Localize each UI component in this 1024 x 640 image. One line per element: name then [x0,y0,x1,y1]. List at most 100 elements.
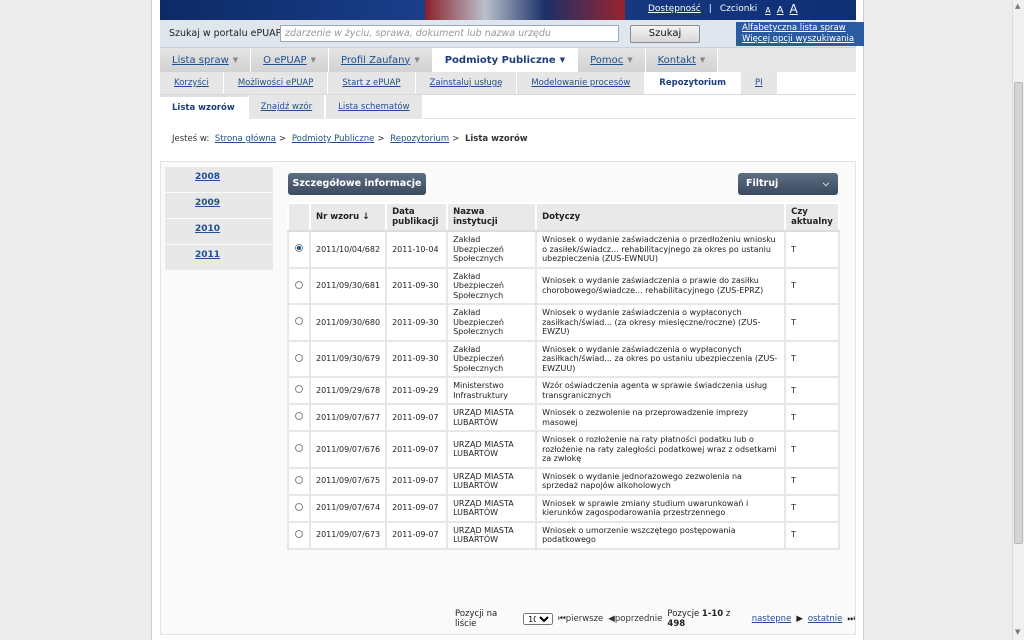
row-select-radio[interactable] [287,230,311,269]
cell-current: T [784,520,840,550]
cell-subject: Wniosek o wydanie zaświadczenia o prawie… [535,266,787,305]
row-select-radio[interactable] [287,403,311,432]
first-page-link[interactable]: ⏮pierwsze [558,614,603,624]
content-frame: 2008 2009 2010 2011 Szczegółowe informac… [160,161,856,635]
year-link-2011[interactable]: 2011 [195,250,220,260]
nav-item-lista-spraw[interactable]: Lista spraw ▼ [160,48,252,72]
row-select-radio[interactable] [287,376,311,405]
header-label: Nr wzoru [316,212,360,222]
search-input[interactable] [280,25,619,42]
table-row[interactable]: 2011/09/30/681 2011-09-30 Zakład Ubezpiecz… [287,266,840,305]
sub-nav: Korzyści Możliwości ePUAP Start z ePUAP … [160,72,856,95]
year-link-2010[interactable]: 2010 [195,224,220,234]
font-large-link[interactable]: A [790,2,798,16]
prev-label: poprzednie [614,614,663,624]
table-row[interactable]: 2011/09/07/677 2011-09-07 URZĄD MIASTA LUB… [287,403,840,432]
breadcrumb: Jesteś w: Strona główna > Podmioty Public… [172,134,528,144]
table-row[interactable]: 2011/09/29/678 2011-09-29 Ministerstwo Inf… [287,376,840,405]
nav-item-profil-zaufany[interactable]: Profil Zaufany ▼ [328,48,433,72]
nav-label: Podmioty Publiczne [444,54,556,66]
table-row[interactable]: 2011/09/30/679 2011-09-30 Zakład Ubezpiecz… [287,339,840,378]
font-medium-link[interactable]: A [777,5,784,16]
font-small-link[interactable]: A [765,6,770,15]
range-value: 1-10 [701,609,724,619]
scrollbar-thumb[interactable] [1014,82,1023,544]
breadcrumb-podmioty-link[interactable]: Podmioty Publiczne [292,134,375,144]
year-link-2008[interactable]: 2008 [195,172,220,182]
prev-page-link[interactable]: ◀poprzednie [608,614,662,624]
table-row[interactable]: 2011/10/04/682 2011-10-04 Zakład Ubezpiecz… [287,230,840,269]
cell-date: 2011-09-30 [385,339,449,378]
table-row[interactable]: 2011/09/07/673 2011-09-07 URZĄD MIASTA LUB… [287,520,840,550]
row-select-radio[interactable] [287,430,311,469]
subnav-item-repozytorium[interactable]: Repozytorium [645,72,741,94]
tab-lista-schematow[interactable]: Lista schematów [326,95,424,119]
header-current: Czy aktualny [784,202,840,232]
nav-item-o-epuap[interactable]: O ePUAP ▼ [251,48,329,72]
scroll-up-icon[interactable]: ▲ [1015,2,1020,10]
row-select-radio[interactable] [287,520,311,550]
table-row[interactable]: 2011/09/07/674 2011-09-07 URZĄD MIASTA LUB… [287,493,840,523]
last-page-link[interactable]: ostatnie [808,614,842,624]
header-separator: | [708,4,712,14]
subnav-item-pi[interactable]: PI [740,72,778,94]
radio-button[interactable] [295,317,303,325]
next-label: nastepne [751,614,792,624]
breadcrumb-home-link[interactable]: Strona główna [215,134,276,144]
page-scrollbar[interactable]: ▲ ▼ [1012,0,1024,640]
row-select-radio[interactable] [287,493,311,523]
row-select-radio[interactable] [287,266,311,305]
caret-down-icon: ▼ [627,56,633,64]
search-button[interactable]: Szukaj [630,25,700,43]
cell-institution: Zakład Ubezpieczeń Społecznych [446,266,538,305]
breadcrumb-repozytorium-link[interactable]: Repozytorium [390,134,449,144]
radio-button[interactable] [295,444,303,452]
advanced-search-link[interactable]: Więcej opcji wyszukiwania [742,34,858,45]
per-page-select[interactable]: 10 [523,613,554,625]
nav-item-podmioty-publiczne[interactable]: Podmioty Publiczne ▼ [432,48,579,72]
filter-button[interactable]: Filtruj ⌵ [738,173,838,195]
tabs-filler [423,95,856,119]
tab-znajdz-wzor[interactable]: Znajdź wzór [248,95,327,119]
radio-button[interactable] [295,502,303,511]
next-page-link[interactable]: nastepne [752,614,792,624]
cell-subject: Wniosek o wydanie jednorazowego zezwolen… [535,466,787,496]
nav-item-pomoc[interactable]: Pomoc ▼ [578,48,646,72]
breadcrumb-current: Lista wzorów [464,134,528,144]
tab-lista-wzorow[interactable]: Lista wzorów [160,95,249,119]
year-link-2009[interactable]: 2009 [195,198,220,208]
cell-institution: URZĄD MIASTA LUBARTÓW [446,466,538,496]
subnav-item-start[interactable]: Start z ePUAP [328,72,416,94]
subnav-item-mozliwosci[interactable]: Możliwości ePUAP [223,72,329,94]
subnav-item-zainstaluj[interactable]: Zainstaluj usługę [415,72,518,94]
details-button[interactable]: Szczegółowe informacje [288,173,426,195]
accessibility-link[interactable]: Dostępność [648,4,701,14]
radio-button[interactable] [295,244,303,252]
radio-button[interactable] [295,412,303,421]
cell-institution: URZĄD MIASTA LUBARTÓW [446,493,538,523]
table-row[interactable]: 2011/09/07/675 2011-09-07 URZĄD MIASTA LUB… [287,466,840,496]
cell-current: T [784,266,840,305]
subnav-item-modelowanie[interactable]: Modelowanie procesów [517,72,646,94]
row-select-radio[interactable] [287,339,311,378]
scroll-down-icon[interactable]: ▼ [1015,628,1020,636]
search-label: Szukaj w portalu ePUAP [169,28,282,39]
table-row[interactable]: 2011/09/30/680 2011-09-30 Zakład Ubezpiecz… [287,303,840,342]
radio-button[interactable] [295,353,303,362]
cell-date: 2011-09-07 [385,430,449,469]
caret-down-icon: ▼ [310,56,316,64]
subnav-item-korzysci[interactable]: Korzyści [160,72,224,94]
header-nr-wzoru[interactable]: Nr wzoru ↓ [308,202,388,232]
table-row[interactable]: 2011/09/07/676 2011-09-07 URZĄD MIASTA LUB… [287,430,840,469]
radio-button[interactable] [295,475,303,484]
nav-item-kontakt[interactable]: Kontakt ▼ [645,48,719,72]
cell-current: T [784,230,840,269]
radio-button[interactable] [295,529,303,538]
row-select-radio[interactable] [287,466,311,496]
row-select-radio[interactable] [287,303,311,342]
radio-button[interactable] [295,385,303,394]
radio-button[interactable] [295,280,303,289]
year-item: 2009 [165,193,273,218]
nav-label: Kontakt [657,54,696,66]
alphabetical-list-link[interactable]: Alfabetyczna lista spraw [742,23,858,34]
